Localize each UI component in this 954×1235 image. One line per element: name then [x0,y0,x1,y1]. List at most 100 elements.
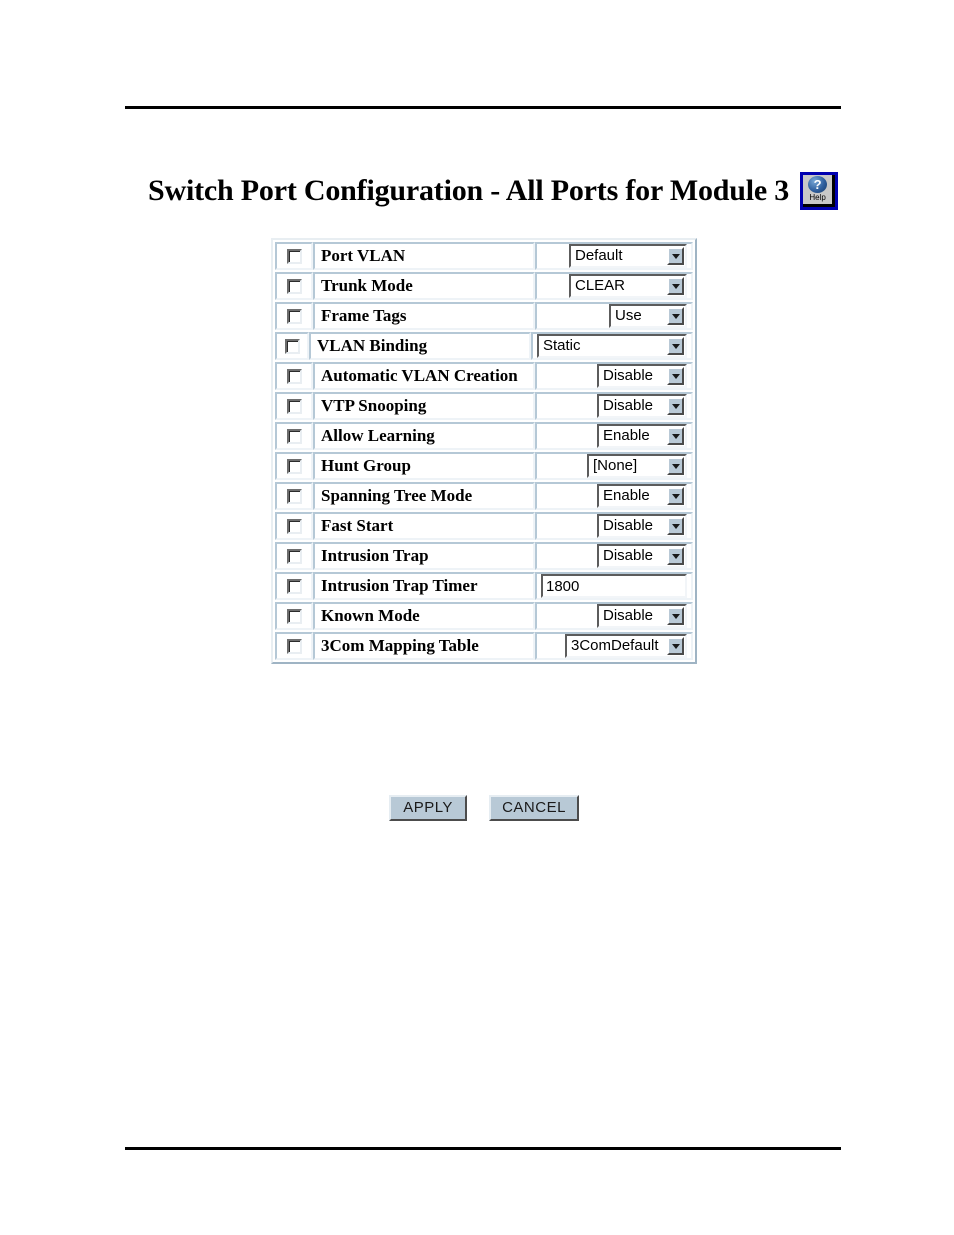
chevron-down-icon[interactable] [667,397,684,415]
chevron-down-icon[interactable] [667,457,684,475]
row-select-cell [275,482,313,510]
table-row: Trunk Mode CLEAR [275,272,693,300]
row-control-cell: Disable [535,362,693,390]
dropdown-hunt-group[interactable]: [None] [587,454,687,478]
dropdown-spanning-tree-mode[interactable]: Enable [597,484,687,508]
row-control-cell: Enable [535,482,693,510]
dropdown-vlan-binding[interactable]: Static [537,334,687,358]
row-checkbox[interactable] [286,458,302,474]
row-checkbox[interactable] [286,398,302,414]
dropdown-value: Use [615,307,642,324]
table-row: Allow Learning Enable [275,422,693,450]
table-row: Port VLAN Default [275,242,693,270]
cancel-button[interactable]: CANCEL [489,795,579,821]
help-question-icon: ? [808,176,828,193]
dropdown-automatic-vlan-creation[interactable]: Disable [597,364,687,388]
header-rule [125,106,841,109]
dropdown-fast-start[interactable]: Disable [597,514,687,538]
help-button[interactable]: ? Help [800,172,839,210]
dropdown-port-vlan[interactable]: Default [569,244,687,268]
row-label-cell: Port VLAN [313,242,535,270]
chevron-down-icon[interactable] [667,487,684,505]
dropdown-value: Enable [603,487,650,504]
row-control-cell: 3ComDefault [535,632,693,660]
table-row: Intrusion Trap Disable [275,542,693,570]
table-row: VTP Snooping Disable [275,392,693,420]
row-control-cell: Disable [535,542,693,570]
chevron-down-icon[interactable] [667,247,684,265]
dropdown-value: Disable [603,367,654,384]
row-label-cell: Known Mode [313,602,535,630]
chevron-down-icon[interactable] [667,367,684,385]
row-label-cell: VLAN Binding [309,332,531,360]
dropdown-value: Disable [603,517,654,534]
dropdown-value: [None] [593,457,638,474]
row-label-cell: Fast Start [313,512,535,540]
row-checkbox[interactable] [286,308,302,324]
row-label: VLAN Binding [317,336,428,355]
row-checkbox[interactable] [286,638,302,654]
dropdown-allow-learning[interactable]: Enable [597,424,687,448]
row-label-cell: Intrusion Trap Timer [313,572,535,600]
dropdown-known-mode[interactable]: Disable [597,604,687,628]
row-select-cell [275,422,313,450]
row-label: Intrusion Trap [321,546,429,565]
row-checkbox[interactable] [286,548,302,564]
row-label-cell: Trunk Mode [313,272,535,300]
table-row: VLAN Binding Static [275,332,693,360]
dropdown-3com-mapping-table[interactable]: 3ComDefault [565,634,687,658]
row-checkbox[interactable] [286,488,302,504]
row-select-cell [275,542,313,570]
row-checkbox[interactable] [286,278,302,294]
chevron-down-icon[interactable] [667,427,684,445]
table-row: Spanning Tree Mode Enable [275,482,693,510]
chevron-down-icon[interactable] [667,517,684,535]
table-row: 3Com Mapping Table 3ComDefault [275,632,693,660]
row-label-cell: Intrusion Trap [313,542,535,570]
dropdown-trunk-mode[interactable]: CLEAR [569,274,687,298]
row-checkbox[interactable] [286,518,302,534]
row-checkbox[interactable] [286,368,302,384]
dropdown-frame-tags[interactable]: Use [609,304,687,328]
row-control-cell: Disable [535,512,693,540]
chevron-down-icon[interactable] [667,337,684,355]
chevron-down-icon[interactable] [667,307,684,325]
row-label: Fast Start [321,516,394,535]
dropdown-value: Static [543,337,581,354]
chevron-down-icon[interactable] [667,547,684,565]
table-row: Intrusion Trap Timer [275,572,693,600]
row-checkbox[interactable] [286,578,302,594]
dropdown-value: Default [575,247,623,264]
dropdown-intrusion-trap[interactable]: Disable [597,544,687,568]
row-label-cell: Frame Tags [313,302,535,330]
table-row: Frame Tags Use [275,302,693,330]
row-select-cell [275,392,313,420]
row-control-cell: Enable [535,422,693,450]
help-button-face: ? Help [803,175,836,207]
row-checkbox[interactable] [286,248,302,264]
row-control-cell: Disable [535,602,693,630]
table-row: Fast Start Disable [275,512,693,540]
row-label-cell: Hunt Group [313,452,535,480]
row-control-cell [535,572,693,600]
intrusion-trap-timer-input[interactable] [541,574,687,598]
chevron-down-icon[interactable] [667,607,684,625]
form-action-bar: APPLY CANCEL [271,795,697,821]
row-label: Known Mode [321,606,420,625]
row-select-cell [275,332,309,360]
apply-button[interactable]: APPLY [389,795,468,821]
row-select-cell [275,302,313,330]
row-control-cell: Use [535,302,693,330]
row-label: Spanning Tree Mode [321,486,473,505]
row-control-cell: Default [535,242,693,270]
dropdown-vtp-snooping[interactable]: Disable [597,394,687,418]
chevron-down-icon[interactable] [667,637,684,655]
row-checkbox[interactable] [286,428,302,444]
port-configuration-table: Port VLAN Default Trunk Mode CLEAR Frame Tag… [271,238,697,664]
row-label-cell: Automatic VLAN Creation [313,362,535,390]
row-checkbox[interactable] [284,338,300,354]
row-label: Automatic VLAN Creation [321,366,518,385]
row-checkbox[interactable] [286,608,302,624]
page-header: Switch Port Configuration - All Ports fo… [148,172,839,210]
chevron-down-icon[interactable] [667,277,684,295]
